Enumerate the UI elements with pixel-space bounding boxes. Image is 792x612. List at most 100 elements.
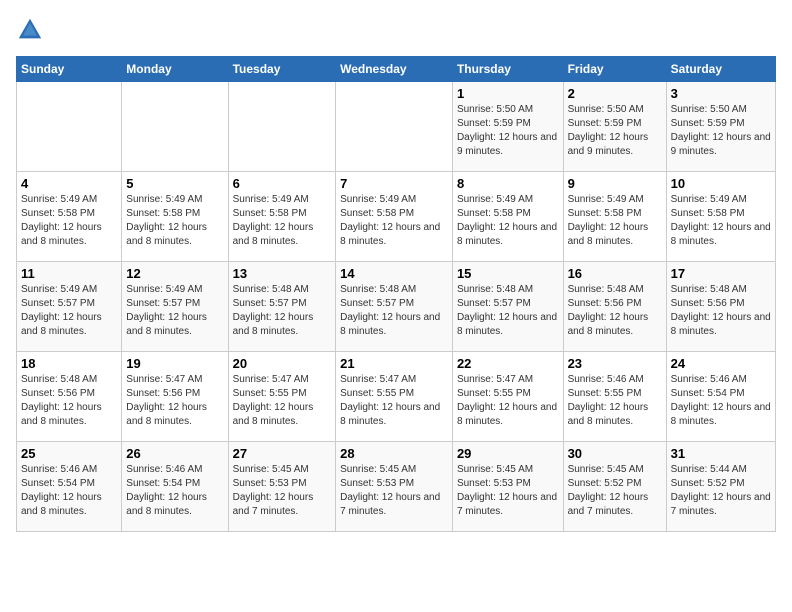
day-info: Sunrise: 5:46 AM Sunset: 5:54 PM Dayligh… [21, 463, 117, 519]
sunrise: Sunrise: 5:49 AM [21, 284, 97, 295]
daylight: Daylight: 12 hours and 8 minutes. [21, 222, 102, 247]
sunrise: Sunrise: 5:46 AM [21, 464, 97, 475]
sunrise: Sunrise: 5:49 AM [126, 194, 202, 205]
calendar-cell: 6 Sunrise: 5:49 AM Sunset: 5:58 PM Dayli… [228, 172, 336, 262]
day-number: 20 [233, 356, 332, 371]
sunrise: Sunrise: 5:49 AM [671, 194, 747, 205]
daylight: Daylight: 12 hours and 7 minutes. [671, 492, 771, 517]
calendar-cell: 15 Sunrise: 5:48 AM Sunset: 5:57 PM Dayl… [452, 262, 563, 352]
day-number: 27 [233, 446, 332, 461]
day-number: 29 [457, 446, 559, 461]
day-info: Sunrise: 5:47 AM Sunset: 5:55 PM Dayligh… [457, 373, 559, 429]
sunrise: Sunrise: 5:45 AM [340, 464, 416, 475]
day-number: 25 [21, 446, 117, 461]
calendar-cell: 4 Sunrise: 5:49 AM Sunset: 5:58 PM Dayli… [17, 172, 122, 262]
sunset: Sunset: 5:57 PM [340, 298, 414, 309]
daylight: Daylight: 12 hours and 8 minutes. [340, 402, 440, 427]
sunrise: Sunrise: 5:49 AM [126, 284, 202, 295]
day-info: Sunrise: 5:49 AM Sunset: 5:58 PM Dayligh… [457, 193, 559, 249]
calendar-table: SundayMondayTuesdayWednesdayThursdayFrid… [16, 56, 776, 532]
sunset: Sunset: 5:57 PM [233, 298, 307, 309]
day-number: 10 [671, 176, 771, 191]
calendar-cell: 8 Sunrise: 5:49 AM Sunset: 5:58 PM Dayli… [452, 172, 563, 262]
day-info: Sunrise: 5:49 AM Sunset: 5:58 PM Dayligh… [568, 193, 662, 249]
sunset: Sunset: 5:56 PM [568, 298, 642, 309]
daylight: Daylight: 12 hours and 8 minutes. [457, 312, 557, 337]
day-number: 19 [126, 356, 223, 371]
day-of-week-header: Friday [563, 57, 666, 82]
sunset: Sunset: 5:59 PM [457, 118, 531, 129]
daylight: Daylight: 12 hours and 8 minutes. [126, 312, 207, 337]
daylight: Daylight: 12 hours and 8 minutes. [568, 222, 649, 247]
sunset: Sunset: 5:52 PM [568, 478, 642, 489]
sunset: Sunset: 5:57 PM [457, 298, 531, 309]
day-number: 1 [457, 86, 559, 101]
sunrise: Sunrise: 5:47 AM [340, 374, 416, 385]
sunset: Sunset: 5:59 PM [671, 118, 745, 129]
calendar-cell: 19 Sunrise: 5:47 AM Sunset: 5:56 PM Dayl… [122, 352, 228, 442]
daylight: Daylight: 12 hours and 8 minutes. [21, 492, 102, 517]
calendar-cell: 20 Sunrise: 5:47 AM Sunset: 5:55 PM Dayl… [228, 352, 336, 442]
calendar-week-row: 11 Sunrise: 5:49 AM Sunset: 5:57 PM Dayl… [17, 262, 776, 352]
daylight: Daylight: 12 hours and 8 minutes. [568, 402, 649, 427]
logo-icon [16, 16, 44, 44]
sunrise: Sunrise: 5:45 AM [568, 464, 644, 475]
sunrise: Sunrise: 5:44 AM [671, 464, 747, 475]
sunrise: Sunrise: 5:49 AM [21, 194, 97, 205]
sunrise: Sunrise: 5:47 AM [126, 374, 202, 385]
calendar-cell: 10 Sunrise: 5:49 AM Sunset: 5:58 PM Dayl… [666, 172, 775, 262]
daylight: Daylight: 12 hours and 8 minutes. [233, 222, 314, 247]
day-number: 15 [457, 266, 559, 281]
daylight: Daylight: 12 hours and 8 minutes. [340, 222, 440, 247]
day-number: 11 [21, 266, 117, 281]
calendar-body: 1 Sunrise: 5:50 AM Sunset: 5:59 PM Dayli… [17, 82, 776, 532]
calendar-cell: 3 Sunrise: 5:50 AM Sunset: 5:59 PM Dayli… [666, 82, 775, 172]
day-info: Sunrise: 5:48 AM Sunset: 5:56 PM Dayligh… [21, 373, 117, 429]
calendar-cell: 2 Sunrise: 5:50 AM Sunset: 5:59 PM Dayli… [563, 82, 666, 172]
day-info: Sunrise: 5:45 AM Sunset: 5:53 PM Dayligh… [233, 463, 332, 519]
calendar-cell: 30 Sunrise: 5:45 AM Sunset: 5:52 PM Dayl… [563, 442, 666, 532]
sunset: Sunset: 5:53 PM [340, 478, 414, 489]
calendar-cell: 13 Sunrise: 5:48 AM Sunset: 5:57 PM Dayl… [228, 262, 336, 352]
sunset: Sunset: 5:57 PM [21, 298, 95, 309]
daylight: Daylight: 12 hours and 8 minutes. [457, 402, 557, 427]
day-number: 31 [671, 446, 771, 461]
sunrise: Sunrise: 5:46 AM [671, 374, 747, 385]
sunrise: Sunrise: 5:48 AM [21, 374, 97, 385]
day-number: 12 [126, 266, 223, 281]
day-info: Sunrise: 5:47 AM Sunset: 5:56 PM Dayligh… [126, 373, 223, 429]
sunset: Sunset: 5:58 PM [340, 208, 414, 219]
calendar-cell [17, 82, 122, 172]
sunset: Sunset: 5:52 PM [671, 478, 745, 489]
day-of-week-header: Saturday [666, 57, 775, 82]
sunrise: Sunrise: 5:48 AM [340, 284, 416, 295]
sunset: Sunset: 5:55 PM [233, 388, 307, 399]
day-number: 22 [457, 356, 559, 371]
calendar-cell: 25 Sunrise: 5:46 AM Sunset: 5:54 PM Dayl… [17, 442, 122, 532]
sunrise: Sunrise: 5:47 AM [233, 374, 309, 385]
day-info: Sunrise: 5:49 AM Sunset: 5:58 PM Dayligh… [126, 193, 223, 249]
calendar-cell: 9 Sunrise: 5:49 AM Sunset: 5:58 PM Dayli… [563, 172, 666, 262]
day-info: Sunrise: 5:47 AM Sunset: 5:55 PM Dayligh… [340, 373, 448, 429]
calendar-header: SundayMondayTuesdayWednesdayThursdayFrid… [17, 57, 776, 82]
day-of-week-header: Monday [122, 57, 228, 82]
sunset: Sunset: 5:58 PM [671, 208, 745, 219]
day-number: 14 [340, 266, 448, 281]
sunset: Sunset: 5:53 PM [457, 478, 531, 489]
day-number: 24 [671, 356, 771, 371]
day-info: Sunrise: 5:48 AM Sunset: 5:56 PM Dayligh… [568, 283, 662, 339]
day-number: 21 [340, 356, 448, 371]
calendar-cell: 14 Sunrise: 5:48 AM Sunset: 5:57 PM Dayl… [336, 262, 453, 352]
daylight: Daylight: 12 hours and 8 minutes. [568, 312, 649, 337]
calendar-cell: 24 Sunrise: 5:46 AM Sunset: 5:54 PM Dayl… [666, 352, 775, 442]
day-info: Sunrise: 5:49 AM Sunset: 5:58 PM Dayligh… [233, 193, 332, 249]
daylight: Daylight: 12 hours and 7 minutes. [233, 492, 314, 517]
daylight: Daylight: 12 hours and 9 minutes. [457, 132, 557, 157]
day-info: Sunrise: 5:49 AM Sunset: 5:58 PM Dayligh… [21, 193, 117, 249]
day-info: Sunrise: 5:49 AM Sunset: 5:58 PM Dayligh… [340, 193, 448, 249]
day-number: 16 [568, 266, 662, 281]
day-number: 30 [568, 446, 662, 461]
calendar-cell: 11 Sunrise: 5:49 AM Sunset: 5:57 PM Dayl… [17, 262, 122, 352]
day-info: Sunrise: 5:50 AM Sunset: 5:59 PM Dayligh… [568, 103, 662, 159]
day-info: Sunrise: 5:46 AM Sunset: 5:55 PM Dayligh… [568, 373, 662, 429]
